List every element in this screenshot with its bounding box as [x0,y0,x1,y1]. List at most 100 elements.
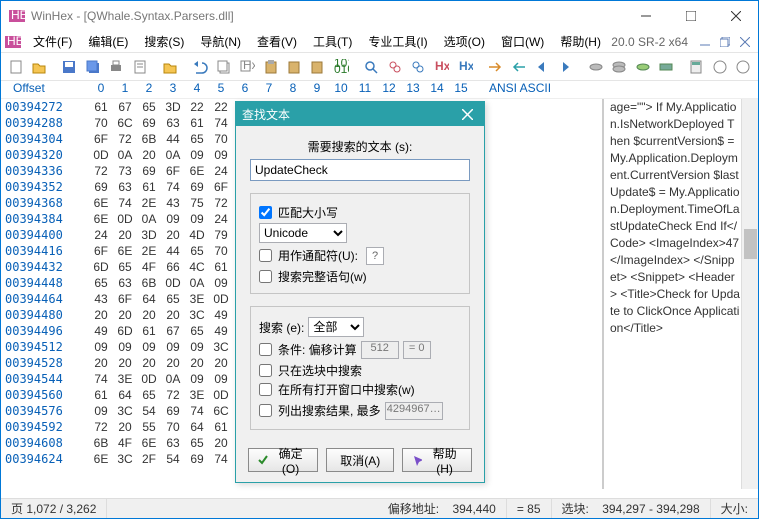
hex-byte[interactable]: 61 [185,115,209,131]
hex-byte[interactable]: 61 [137,323,161,339]
wildcards-checkbox[interactable]: 用作通配符(U): [259,247,358,264]
hex-byte[interactable]: 54 [137,403,161,419]
vertical-scrollbar[interactable] [741,99,758,489]
hex-byte[interactable]: 09 [161,339,185,355]
tb-copy[interactable] [213,56,234,78]
hex-byte[interactable]: 69 [137,115,161,131]
list-results-checkbox[interactable]: 列出搜索结果, 最多 [259,402,381,419]
menu-nav[interactable]: 导航(N) [192,31,249,52]
hex-byte[interactable]: 20 [113,307,137,323]
hex-byte[interactable]: 22 [209,99,233,115]
hex-byte[interactable]: 61 [137,179,161,195]
hex-byte[interactable]: 79 [209,227,233,243]
hex-byte[interactable]: 6F [113,291,137,307]
tb-paste3[interactable] [307,56,328,78]
hex-byte[interactable]: 65 [185,243,209,259]
hex-byte[interactable]: 70 [161,419,185,435]
cancel-button[interactable]: 取消(A) [326,448,394,472]
hex-byte[interactable]: 20 [113,419,137,435]
help-button[interactable]: 帮助(H) [402,448,472,472]
hex-byte[interactable]: 70 [209,243,233,259]
tb-copyhex[interactable]: Hx [237,56,258,78]
hex-byte[interactable]: 20 [209,355,233,371]
hex-byte[interactable]: 20 [137,147,161,163]
hex-byte[interactable]: 74 [113,195,137,211]
hex-byte[interactable]: 6B [89,435,113,451]
hex-byte[interactable]: 2E [137,243,161,259]
hex-byte[interactable]: 0A [137,211,161,227]
hex-byte[interactable]: 44 [161,131,185,147]
hex-byte[interactable]: 4C [185,259,209,275]
hex-byte[interactable]: 67 [161,323,185,339]
hex-byte[interactable]: 65 [113,259,137,275]
hex-byte[interactable]: 6F [209,179,233,195]
condition-checkbox[interactable]: 条件: 偏移计算 [259,341,357,358]
hex-byte[interactable]: 0D [209,387,233,403]
hex-byte[interactable]: 09 [113,339,137,355]
hex-byte[interactable]: 20 [89,355,113,371]
hex-byte[interactable]: 20 [137,307,161,323]
hex-byte[interactable]: 2E [137,195,161,211]
hex-byte[interactable]: 70 [209,131,233,147]
hex-byte[interactable]: 0A [161,371,185,387]
tb-fwd[interactable] [555,56,576,78]
hex-byte[interactable]: 67 [113,99,137,115]
hex-byte[interactable]: 20 [209,435,233,451]
hex-byte[interactable]: 0D [137,371,161,387]
hex-byte[interactable]: 61 [89,99,113,115]
tb-open[interactable] [28,56,49,78]
tb-ram[interactable] [655,56,676,78]
menu-window[interactable]: 窗口(W) [493,31,552,52]
hex-byte[interactable]: 44 [161,243,185,259]
hex-byte[interactable]: 6E [89,451,113,467]
search-direction-select[interactable]: 全部 [308,317,364,337]
hex-byte[interactable]: 72 [89,163,113,179]
hex-byte[interactable]: 65 [137,387,161,403]
hex-byte[interactable]: 6E [89,195,113,211]
hex-byte[interactable]: 6D [89,259,113,275]
hex-byte[interactable]: 43 [161,195,185,211]
tb-findtext[interactable] [407,56,428,78]
tb-find[interactable] [361,56,382,78]
hex-byte[interactable]: 24 [209,163,233,179]
hex-byte[interactable]: 3E [185,387,209,403]
hex-byte[interactable]: 22 [185,99,209,115]
hex-byte[interactable]: 63 [161,115,185,131]
hex-byte[interactable]: 74 [161,179,185,195]
hex-byte[interactable]: 09 [185,339,209,355]
hex-byte[interactable]: 3E [185,291,209,307]
hex-byte[interactable]: 09 [209,275,233,291]
hex-byte[interactable]: 09 [209,147,233,163]
hex-byte[interactable]: 49 [89,323,113,339]
hex-byte[interactable]: 2F [137,451,161,467]
hex-byte[interactable]: 64 [113,387,137,403]
hex-byte[interactable]: 3D [161,99,185,115]
search-text-input[interactable] [250,159,470,181]
mdi-close[interactable] [736,34,754,50]
hex-byte[interactable]: 69 [185,451,209,467]
hex-byte[interactable]: 09 [185,371,209,387]
maximize-button[interactable] [668,1,713,31]
hex-byte[interactable]: 20 [89,307,113,323]
tb-save[interactable] [59,56,80,78]
hex-byte[interactable]: 55 [137,419,161,435]
hex-byte[interactable]: 69 [137,163,161,179]
hex-byte[interactable]: 09 [137,339,161,355]
hex-byte[interactable]: 3C [113,451,137,467]
hex-byte[interactable]: 09 [161,211,185,227]
whole-words-checkbox[interactable]: 搜索完整语句(w) [259,268,461,285]
hex-byte[interactable]: 6C [209,403,233,419]
hex-byte[interactable]: 20 [113,227,137,243]
hex-byte[interactable]: 43 [89,291,113,307]
hex-byte[interactable]: 20 [185,355,209,371]
cond-rem-input[interactable]: = 0 [403,341,431,359]
hex-byte[interactable]: 65 [89,275,113,291]
hex-byte[interactable]: 72 [161,387,185,403]
tb-modify[interactable]: 101010 [330,56,351,78]
hex-byte[interactable]: 4F [137,259,161,275]
hex-byte[interactable]: 73 [113,163,137,179]
wildcard-char-box[interactable]: ? [366,247,384,265]
menu-search[interactable]: 搜索(S) [136,31,192,52]
hex-byte[interactable]: 65 [161,291,185,307]
menu-edit[interactable]: 编辑(E) [80,31,136,52]
